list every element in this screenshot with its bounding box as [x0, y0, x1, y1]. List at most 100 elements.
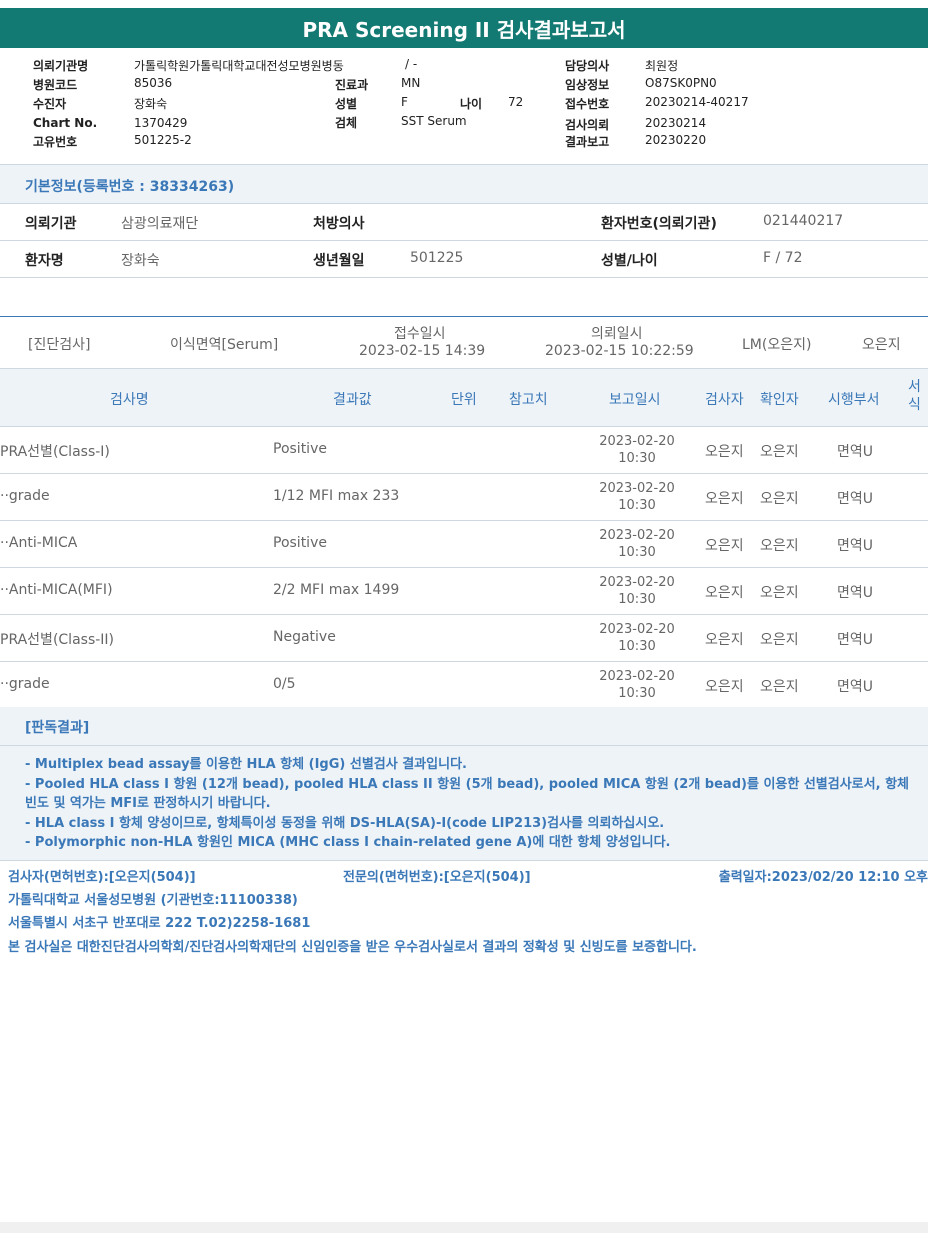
- bottom-scrollbar-track[interactable]: [0, 1222, 928, 1233]
- sex-value: F: [401, 95, 408, 109]
- sex-label: 성별: [335, 97, 358, 111]
- confirmer: 오은지: [760, 632, 799, 648]
- receipt-label: 접수번호: [565, 97, 610, 111]
- unique-value: 501225-2: [134, 133, 192, 147]
- report-time: 10:30: [618, 498, 656, 513]
- interpretation-line: - Multiplex bead assay를 이용한 HLA 항체 (IgG)…: [25, 757, 467, 772]
- request-value: 20230214: [645, 116, 707, 130]
- result-value: Negative: [273, 629, 336, 645]
- age-value: 72: [508, 95, 524, 109]
- specimen-label: 검체: [335, 116, 358, 130]
- tester: 오은지: [705, 444, 744, 460]
- institution-label: 의뢰기관: [25, 216, 77, 232]
- col-confirmer: 확인자: [760, 392, 799, 408]
- birth-value: 501225: [410, 250, 464, 266]
- divider: [0, 203, 928, 204]
- col-unit: 단위: [451, 392, 477, 408]
- chart-label: Chart No.: [33, 116, 98, 130]
- received-value: 2023-02-15 14:39: [359, 343, 486, 359]
- confirmer: 오은지: [760, 491, 799, 507]
- dept-label: 진료과: [335, 78, 369, 92]
- dept: 면역U: [837, 632, 874, 648]
- tester: 오은지: [705, 585, 744, 601]
- hospital-label: 의뢰기관명: [33, 59, 89, 73]
- dept: 면역U: [837, 491, 874, 507]
- code-value: 85036: [134, 76, 173, 90]
- report-date: 2023-02-20: [599, 669, 675, 684]
- footer-printed: 출력일자:2023/02/20 12:10 오후: [718, 870, 928, 885]
- prescriber-label: 처방의사: [313, 216, 365, 232]
- confirmer: 오은지: [760, 444, 799, 460]
- receipt-value: 20230214-40217: [645, 95, 749, 109]
- test-name: PRA선별(Class-I): [0, 444, 110, 460]
- footer-specialist: 전문의(면허번호):[오은지(504)]: [343, 870, 531, 885]
- test-name: ··Anti-MICA(MFI): [0, 582, 113, 598]
- test-name: ··grade: [0, 676, 50, 692]
- test-name: ··Anti-MICA: [0, 535, 78, 551]
- divider: [0, 240, 928, 241]
- clinical-value: O87SK0PN0: [645, 76, 717, 90]
- tester: 오은지: [705, 632, 744, 648]
- patient-label: 수진자: [33, 97, 67, 111]
- report-date: 2023-02-20: [599, 434, 675, 449]
- dept: 면역U: [837, 585, 874, 601]
- basic-info-heading: 기본정보(등록번호 : 38334263): [25, 179, 235, 195]
- confirmer: 오은지: [760, 679, 799, 695]
- footer-hospital: 가톨릭대학교 서울성모병원 (기관번호:11100338): [8, 893, 298, 908]
- report-date: 2023-02-20: [599, 622, 675, 637]
- sex-age-value: F / 72: [763, 250, 803, 266]
- chart-value: 1370429: [134, 116, 188, 130]
- patient-value: 장화숙: [134, 97, 168, 111]
- dept: 면역U: [837, 444, 874, 460]
- dept-value: MN: [401, 76, 421, 90]
- exam-category: 이식면역[Serum]: [170, 337, 279, 353]
- result-value: 2/2 MFI max 1499: [273, 582, 400, 598]
- divider: [0, 368, 928, 369]
- dept: 면역U: [837, 538, 874, 554]
- footer-tester: 검사자(면허번호):[오은지(504)]: [8, 870, 196, 885]
- footer-address: 서울특별시 서초구 반포대로 222 T.02)2258-1681: [8, 916, 311, 931]
- exam-person: 오은지: [862, 337, 901, 353]
- result-value: 1/12 MFI max 233: [273, 488, 400, 504]
- interpretation-line: - Polymorphic non-HLA 항원인 MICA (MHC clas…: [25, 835, 671, 850]
- report-value: 20230220: [645, 133, 707, 147]
- name-label: 환자명: [25, 253, 64, 269]
- interpretation-line: 빈도 및 역가는 MFI로 판정하시기 바랍니다.: [25, 796, 271, 811]
- confirmer: 오은지: [760, 585, 799, 601]
- report-title: PRA Screening II 검사결과보고서: [0, 8, 928, 48]
- hospital-value: 가톨릭학원가톨릭대학교대전성모병원병동: [134, 59, 344, 73]
- requested-label: 의뢰일시: [591, 326, 643, 342]
- result-value: Positive: [273, 441, 327, 457]
- report-label: 결과보고: [565, 135, 610, 149]
- doctor-label: 담당의사: [565, 59, 610, 73]
- received-label: 접수일시: [394, 326, 446, 342]
- col-form: 서식: [908, 379, 921, 413]
- report-time: 10:30: [618, 639, 656, 654]
- report-time: 10:30: [618, 686, 656, 701]
- age-label: 나이: [460, 97, 483, 111]
- col-result: 결과값: [333, 392, 372, 408]
- ward-value: / -: [405, 57, 418, 71]
- divider: [0, 277, 928, 278]
- request-label: 검사의뢰: [565, 118, 610, 132]
- col-ref: 참고치: [509, 392, 548, 408]
- result-value: Positive: [273, 535, 327, 551]
- clinical-label: 임상정보: [565, 78, 610, 92]
- report-date: 2023-02-20: [599, 481, 675, 496]
- name-value: 장화숙: [121, 253, 160, 269]
- col-date: 보고일시: [609, 392, 661, 408]
- report-date: 2023-02-20: [599, 528, 675, 543]
- interpretation-line: - HLA class I 항체 양성이므로, 항체특이성 동정을 위해 DS-…: [25, 816, 665, 831]
- footer-certification: 본 검사실은 대한진단검사의학회/진단검사의학재단의 신임인증을 받은 우수검사…: [8, 940, 697, 955]
- col-name: 검사명: [110, 392, 149, 408]
- interpretation-line: - Pooled HLA class I 항원 (12개 bead), pool…: [25, 777, 909, 792]
- patient-id-label: 환자번호(의뢰기관): [601, 216, 717, 232]
- lm-name: LM(오은지): [742, 337, 812, 353]
- tester: 오은지: [705, 679, 744, 695]
- interpretation-heading: [판독결과]: [25, 720, 90, 736]
- dept: 면역U: [837, 679, 874, 695]
- birth-label: 생년월일: [313, 253, 365, 269]
- report-date: 2023-02-20: [599, 575, 675, 590]
- patient-id-value: 021440217: [763, 213, 844, 229]
- test-name: ··grade: [0, 488, 50, 504]
